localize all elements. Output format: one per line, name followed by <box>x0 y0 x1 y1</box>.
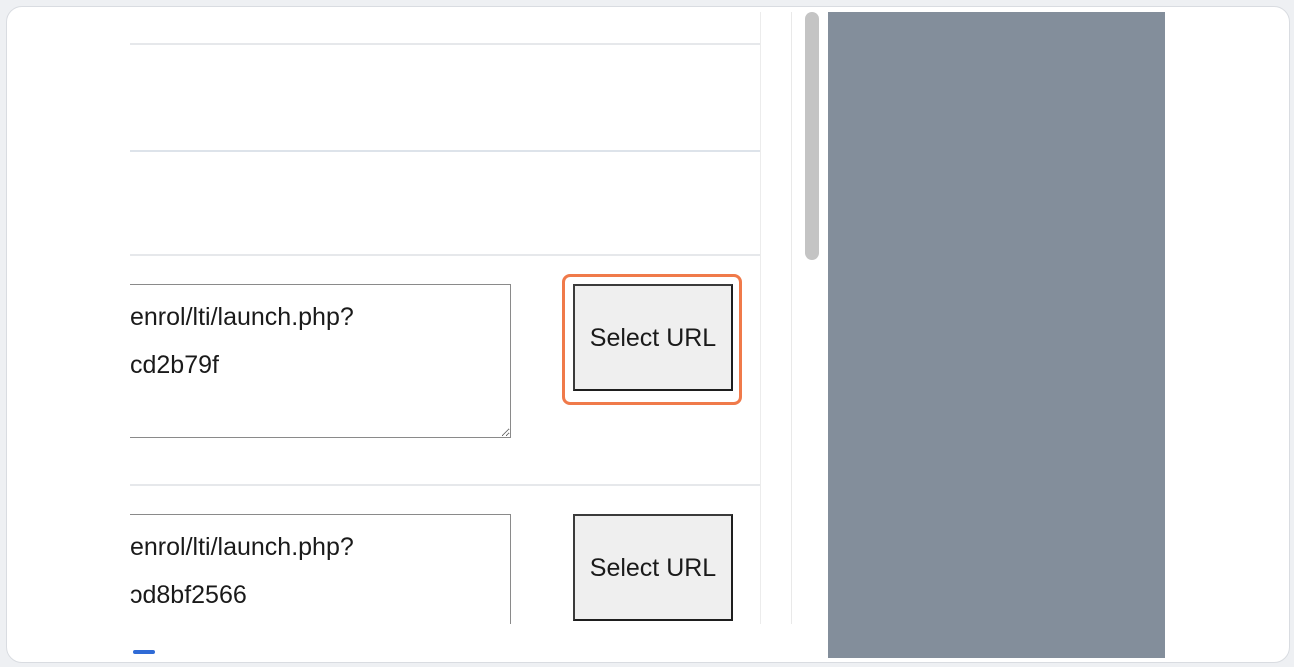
side-panel-overlay <box>828 12 1165 658</box>
section-divider <box>130 254 760 256</box>
section-divider <box>130 484 760 486</box>
select-url-button[interactable]: Select URL <box>573 284 733 391</box>
tool-url-textarea[interactable]: enrol/lti/launch.php? ɔd8bf2566 <box>130 514 511 624</box>
partial-link-mark <box>133 650 155 654</box>
select-url-button[interactable]: Select URL <box>573 514 733 621</box>
tool-url-textarea[interactable]: enrol/lti/launch.php? cd2b79f <box>130 284 511 438</box>
section-divider <box>130 150 760 152</box>
section-divider <box>130 43 760 45</box>
scrollbar-thumb[interactable] <box>805 12 819 260</box>
scroll-divider <box>791 12 792 624</box>
scrollbar[interactable] <box>760 12 829 624</box>
form-content: enrol/lti/launch.php? cd2b79f Select URL… <box>130 12 760 624</box>
